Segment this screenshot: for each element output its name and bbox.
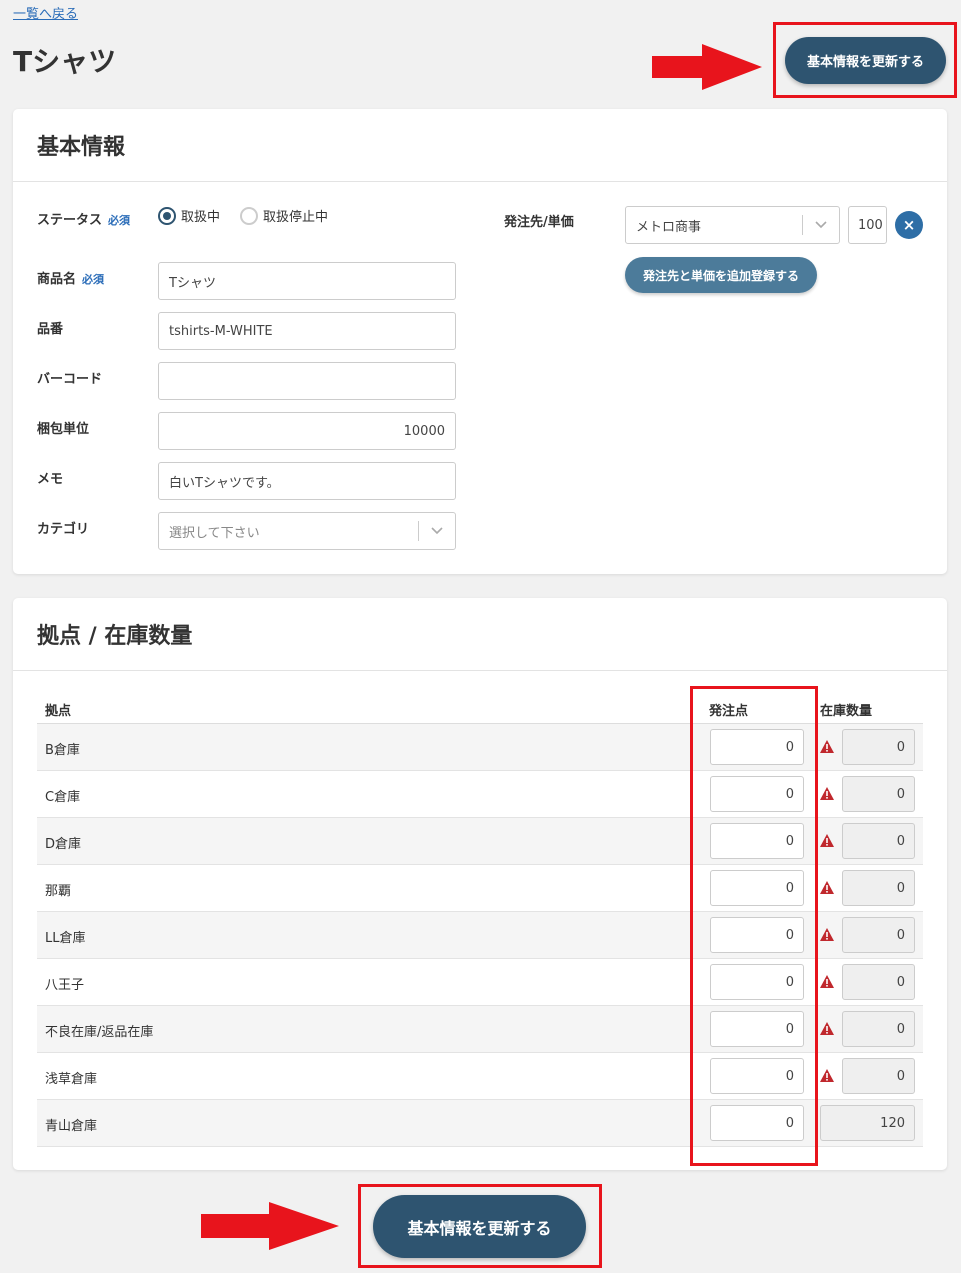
supplier-select[interactable]: メトロ商事 [625, 206, 840, 244]
basic-info-card: 基本情報 ステータス 必須 取扱中 取扱停止中 商品名 必須 Tシャツ 品番 tsh… [13, 109, 947, 574]
product-name-required-mark: 必須 [82, 273, 105, 286]
update-basic-info-button-bottom[interactable]: 基本情報を更新する [373, 1195, 586, 1258]
stock-quantity-value: 0 [842, 1011, 915, 1047]
status-label: ステータス 必須 [37, 211, 137, 231]
stock-quantity-value: 0 [842, 870, 915, 906]
location-name: 八王子 [45, 978, 85, 993]
warning-icon [820, 975, 834, 988]
barcode-input[interactable] [158, 362, 456, 400]
package-unit-input[interactable]: 10000 [158, 412, 456, 450]
status-option-active-label: 取扱中 [181, 210, 221, 225]
add-supplier-button[interactable]: 発注先と単価を追加登録する [625, 257, 817, 293]
stock-quantity-value: 0 [842, 729, 915, 765]
warning-icon [820, 928, 834, 941]
page-title: Tシャツ [13, 45, 117, 78]
package-unit-label: 梱包単位 [37, 422, 90, 437]
warning-icon [820, 1022, 834, 1035]
annotation-arrow-bottom [201, 1202, 339, 1250]
stock-quantity-value: 120 [820, 1105, 915, 1141]
stock-quantity-value: 0 [842, 776, 915, 812]
barcode-label: バーコード [37, 372, 103, 387]
supplier-price-input[interactable]: 100 [848, 206, 887, 244]
location-name: 青山倉庫 [45, 1119, 98, 1134]
radio-checked-icon [158, 206, 176, 225]
radio-unchecked-icon [240, 206, 258, 225]
back-to-list-link[interactable]: 一覧へ戻る [13, 3, 78, 22]
supplier-selected-value: メトロ商事 [636, 219, 702, 235]
product-code-label: 品番 [37, 322, 64, 337]
annotation-arrow-top [652, 44, 762, 90]
location-name: 浅草倉庫 [45, 1072, 98, 1087]
location-name: B倉庫 [45, 743, 80, 758]
column-header-location: 拠点 [45, 704, 72, 719]
stock-quantity-value: 0 [842, 1058, 915, 1094]
status-radio-suspended[interactable]: 取扱停止中 [240, 206, 328, 225]
status-label-text: ステータス [37, 213, 103, 228]
status-required-mark: 必須 [108, 214, 131, 227]
category-label: カテゴリ [37, 522, 90, 537]
status-option-suspended-label: 取扱停止中 [263, 210, 329, 225]
product-code-input[interactable]: tshirts-M-WHITE [158, 312, 456, 350]
category-placeholder: 選択して下さい [169, 525, 260, 541]
location-name: LL倉庫 [45, 931, 86, 946]
stock-quantity-value: 0 [842, 823, 915, 859]
stock-quantity-value: 0 [842, 964, 915, 1000]
memo-input[interactable]: 白いTシャツです。 [158, 462, 456, 500]
location-name: D倉庫 [45, 837, 82, 852]
column-header-quantity: 在庫数量 [820, 704, 873, 719]
highlight-box-reorder-column [690, 686, 818, 1166]
warning-icon [820, 787, 834, 800]
warning-icon [820, 881, 834, 894]
basic-info-heading: 基本情報 [13, 109, 947, 182]
close-icon: × [902, 216, 916, 234]
location-name: C倉庫 [45, 790, 81, 805]
stock-quantity-value: 0 [842, 917, 915, 953]
stock-heading: 拠点 / 在庫数量 [13, 598, 947, 671]
update-basic-info-button-top[interactable]: 基本情報を更新する [785, 37, 946, 84]
location-name: 不良在庫/返品在庫 [45, 1025, 154, 1040]
location-name: 那覇 [45, 884, 72, 899]
warning-icon [820, 1069, 834, 1082]
product-name-input[interactable]: Tシャツ [158, 262, 456, 300]
remove-supplier-button[interactable]: × [895, 211, 923, 239]
warning-icon [820, 740, 834, 753]
chevron-down-icon [418, 521, 455, 541]
chevron-down-icon [802, 215, 839, 235]
supplier-label: 発注先/単価 [504, 215, 574, 230]
memo-label: メモ [37, 472, 64, 487]
product-name-label: 商品名 必須 [37, 268, 104, 287]
product-name-label-text: 商品名 [37, 272, 77, 287]
status-radio-active[interactable]: 取扱中 [158, 206, 220, 225]
warning-icon [820, 834, 834, 847]
category-select[interactable]: 選択して下さい [158, 512, 456, 550]
